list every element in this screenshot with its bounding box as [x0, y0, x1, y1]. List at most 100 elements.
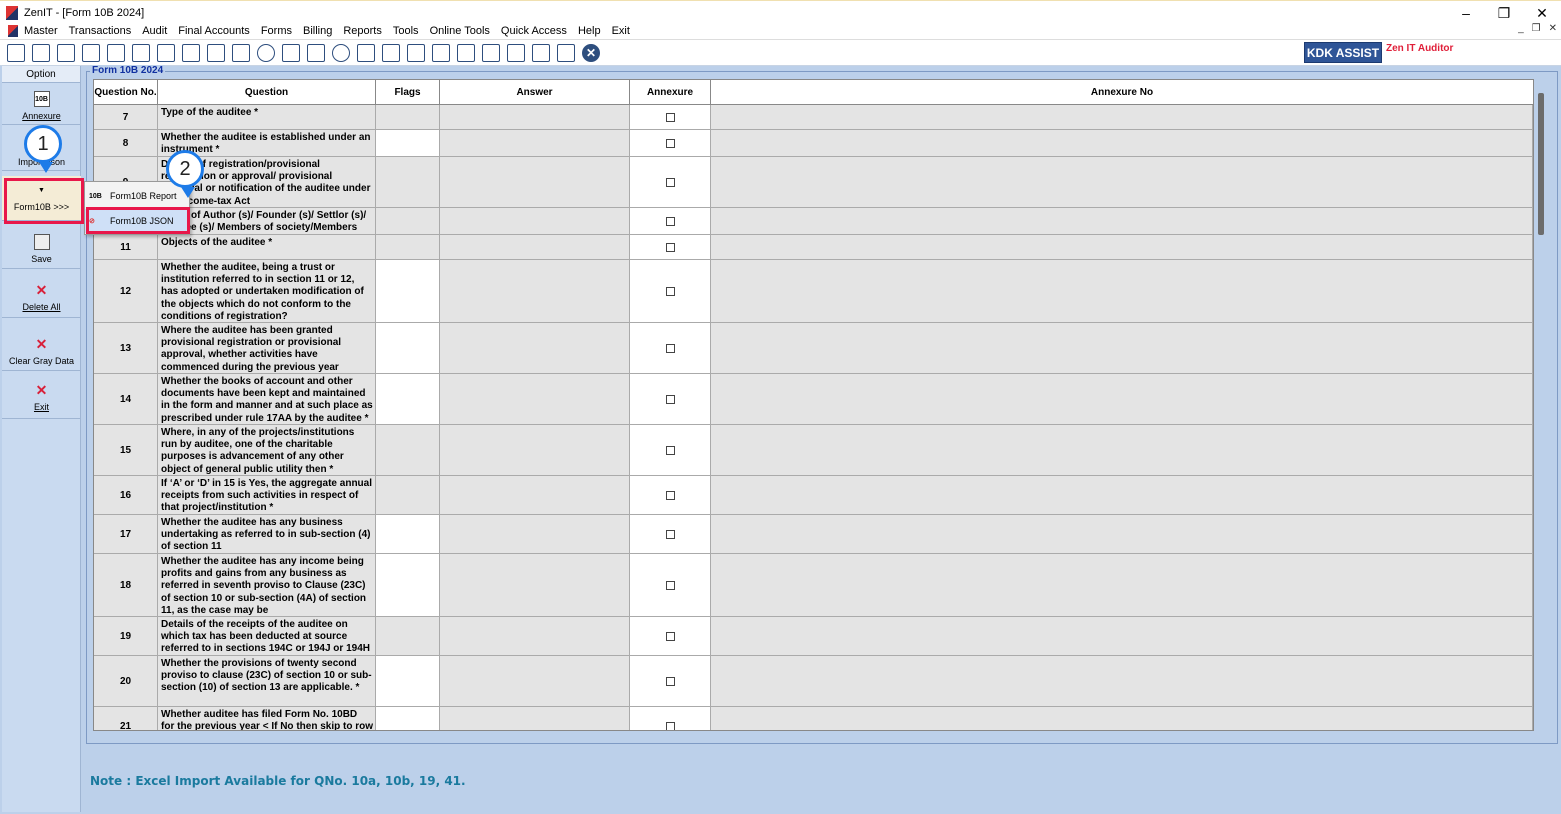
- annexure-checkbox[interactable]: [665, 343, 675, 353]
- gift-icon[interactable]: [107, 43, 125, 62]
- save-button[interactable]: Save: [2, 226, 81, 269]
- flags-cell[interactable]: [376, 260, 440, 322]
- menu-tools[interactable]: Tools: [393, 25, 419, 37]
- menu-exit[interactable]: Exit: [612, 25, 630, 37]
- table-row[interactable]: 14 Whether the books of account and othe…: [94, 374, 1533, 425]
- col-answer[interactable]: Answer: [440, 80, 630, 104]
- hammer-icon[interactable]: [157, 43, 175, 62]
- flags-cell[interactable]: [376, 656, 440, 706]
- annexure-no-cell[interactable]: [711, 130, 1533, 156]
- spreadsheet-icon[interactable]: [557, 43, 575, 62]
- table-row[interactable]: 9 Details of registration/provisional re…: [94, 157, 1533, 208]
- mdi-restore-icon[interactable]: ❐: [1532, 23, 1541, 34]
- answer-cell[interactable]: [440, 260, 630, 322]
- mdi-close-icon[interactable]: ✕: [1549, 23, 1557, 34]
- answer-cell[interactable]: [440, 235, 630, 259]
- annexure-checkbox[interactable]: [665, 242, 675, 252]
- menu-master[interactable]: Master: [24, 25, 58, 37]
- form10b-report-item[interactable]: 10B Form10B Report: [85, 184, 189, 208]
- flags-cell[interactable]: [376, 323, 440, 373]
- grid-scrollbar[interactable]: [1538, 93, 1544, 235]
- answer-cell[interactable]: [440, 656, 630, 706]
- answer-cell[interactable]: [440, 515, 630, 553]
- answer-cell[interactable]: [440, 323, 630, 373]
- answer-cell[interactable]: [440, 130, 630, 156]
- close-button[interactable]: ✕: [1523, 1, 1561, 25]
- annexure-no-cell[interactable]: [711, 235, 1533, 259]
- table-row[interactable]: 19 Details of the receipts of the audite…: [94, 617, 1533, 656]
- answer-cell[interactable]: [440, 617, 630, 655]
- annexure-no-cell[interactable]: [711, 515, 1533, 553]
- menu-online-tools[interactable]: Online Tools: [430, 25, 490, 37]
- annexure-checkbox[interactable]: [665, 394, 675, 404]
- answer-cell[interactable]: [440, 105, 630, 129]
- flags-cell[interactable]: [376, 235, 440, 259]
- calendar-icon[interactable]: [407, 43, 425, 62]
- menu-forms[interactable]: Forms: [261, 25, 292, 37]
- 3cd-icon[interactable]: [532, 43, 550, 62]
- annexure-no-cell[interactable]: [711, 656, 1533, 706]
- annexure-checkbox[interactable]: [665, 445, 675, 455]
- annexure-no-cell[interactable]: [711, 105, 1533, 129]
- answer-cell[interactable]: [440, 707, 630, 730]
- exit-button[interactable]: ✕ Exit: [2, 371, 81, 419]
- annexure-checkbox[interactable]: [665, 138, 675, 148]
- annexure-checkbox[interactable]: [665, 676, 675, 686]
- user-doc-icon[interactable]: [382, 43, 400, 62]
- answer-cell[interactable]: [440, 208, 630, 234]
- answer-cell[interactable]: [440, 374, 630, 424]
- database-icon[interactable]: [507, 43, 525, 62]
- menu-reports[interactable]: Reports: [343, 25, 382, 37]
- delete-all-button[interactable]: ✕ Delete All: [2, 272, 81, 318]
- form-icon[interactable]: [482, 43, 500, 62]
- flags-cell[interactable]: [376, 130, 440, 156]
- table-row[interactable]: 21 Whether auditee has filed Form No. 10…: [94, 707, 1533, 730]
- table-row[interactable]: 10 Name of Author (s)/ Founder (s)/ Sett…: [94, 208, 1533, 235]
- zen-it-auditor-label[interactable]: Zen IT Auditor: [1386, 43, 1453, 54]
- annexure-no-cell[interactable]: [711, 260, 1533, 322]
- table-row[interactable]: 11 Objects of the auditee *: [94, 235, 1533, 260]
- flags-cell[interactable]: [376, 208, 440, 234]
- table-row[interactable]: 13 Where the auditee has been granted pr…: [94, 323, 1533, 374]
- flags-cell[interactable]: [376, 425, 440, 475]
- bar-chart-icon[interactable]: [82, 43, 100, 62]
- answer-cell[interactable]: [440, 476, 630, 514]
- mdi-minimize-icon[interactable]: _: [1518, 23, 1524, 34]
- table-row[interactable]: 16 If ‘A’ or ‘D’ in 15 is Yes, the aggre…: [94, 476, 1533, 515]
- annexure-checkbox[interactable]: [665, 631, 675, 641]
- table-row[interactable]: 12 Whether the auditee, being a trust or…: [94, 260, 1533, 323]
- answer-cell[interactable]: [440, 425, 630, 475]
- refresh-icon[interactable]: [7, 43, 25, 62]
- annexure-no-cell[interactable]: [711, 617, 1533, 655]
- answer-cell[interactable]: [440, 157, 630, 207]
- info-icon[interactable]: [332, 43, 350, 62]
- menu-transactions[interactable]: Transactions: [69, 25, 132, 37]
- flags-cell[interactable]: [376, 105, 440, 129]
- flags-cell[interactable]: [376, 515, 440, 553]
- restore-button[interactable]: ❐: [1485, 1, 1523, 25]
- flags-cell[interactable]: [376, 476, 440, 514]
- col-flags[interactable]: Flags: [376, 80, 440, 104]
- annexure-checkbox[interactable]: [665, 580, 675, 590]
- minimize-button[interactable]: –: [1447, 1, 1485, 25]
- annexure-no-cell[interactable]: [711, 157, 1533, 207]
- kdk-assist-button[interactable]: KDK ASSIST: [1304, 42, 1382, 63]
- close-circle-icon[interactable]: ✕: [582, 43, 600, 62]
- flags-cell[interactable]: [376, 554, 440, 616]
- calculator-icon[interactable]: [232, 43, 250, 62]
- download-icon[interactable]: [457, 43, 475, 62]
- annexure-no-cell[interactable]: [711, 707, 1533, 730]
- annexure-checkbox[interactable]: [665, 286, 675, 296]
- col-question-no[interactable]: Question No.: [94, 80, 158, 104]
- flags-cell[interactable]: [376, 157, 440, 207]
- col-annexure-no[interactable]: Annexure No: [711, 80, 1533, 104]
- annexure-checkbox[interactable]: [665, 216, 675, 226]
- menu-help[interactable]: Help: [578, 25, 601, 37]
- annexure-no-cell[interactable]: [711, 323, 1533, 373]
- table-row[interactable]: 7 Type of the auditee *: [94, 105, 1533, 130]
- tax-icon[interactable]: [207, 43, 225, 62]
- home-icon[interactable]: [32, 43, 50, 62]
- annexure-no-cell[interactable]: [711, 476, 1533, 514]
- menu-quick-access[interactable]: Quick Access: [501, 25, 567, 37]
- book-icon[interactable]: [307, 43, 325, 62]
